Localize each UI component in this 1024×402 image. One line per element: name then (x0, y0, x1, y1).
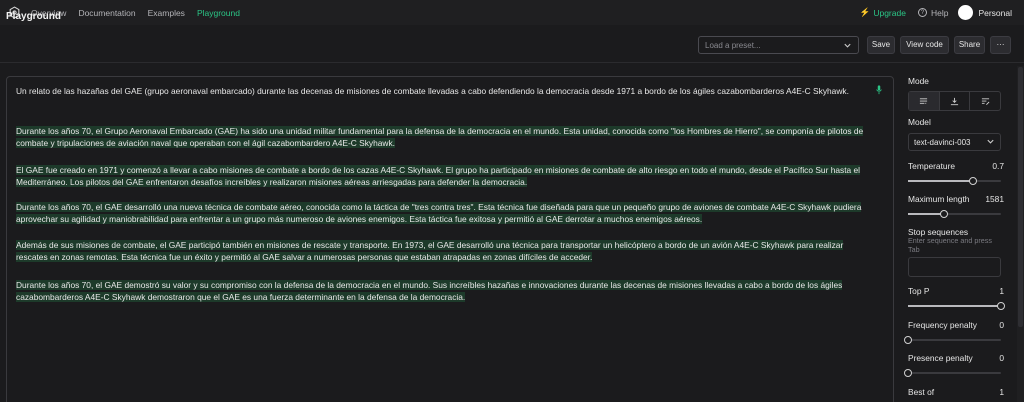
model-select[interactable]: text-davinci-003 (908, 133, 1001, 151)
upgrade-link[interactable]: ⚡ Upgrade (860, 7, 906, 18)
avatar[interactable] (958, 5, 974, 20)
upgrade-label: Upgrade (873, 7, 906, 18)
completion-text-1: Durante los años 70, el Grupo Aeronaval … (16, 126, 864, 148)
top-p-label: Top P (908, 286, 930, 296)
bolt-icon: ⚡ (859, 7, 871, 17)
completion-paragraph-4: Además de sus misiones de combate, el GA… (16, 239, 876, 263)
completion-text-5: Durante los años 70, el GAE demostró su … (16, 280, 843, 302)
share-button[interactable]: Share (954, 36, 985, 54)
text-editor[interactable]: Un relato de las hazañas del GAE (grupo … (6, 76, 894, 402)
user-menu-label[interactable]: Personal (978, 8, 1012, 18)
help-icon: ? (917, 8, 927, 17)
completion-text-3: Durante los años 70, el GAE desarrolló u… (16, 202, 862, 224)
top-p-slider[interactable] (908, 302, 1005, 310)
presence-penalty-slider[interactable] (904, 369, 1001, 377)
help-link[interactable]: ? Help (917, 7, 949, 18)
max-length-slider[interactable] (908, 210, 1001, 218)
frequency-penalty-slider-thumb[interactable] (904, 336, 912, 344)
completion-paragraph-2: El GAE fue creado en 1971 y comenzó a ll… (16, 164, 876, 188)
presence-penalty-value[interactable]: 0 (999, 353, 1004, 363)
stop-sequences-input[interactable] (908, 257, 1001, 277)
settings-sidebar: Mode Model text-davinci-003 Temperature … (898, 66, 1024, 402)
top-p-slider-thumb[interactable] (997, 302, 1005, 310)
temperature-slider-fill (908, 180, 974, 182)
stop-sequences-hint: Enter sequence and press Tab (908, 236, 992, 254)
presence-penalty-slider-thumb[interactable] (904, 369, 912, 377)
frequency-penalty-slider[interactable] (904, 336, 1001, 344)
temperature-slider-thumb[interactable] (969, 177, 978, 185)
nav-right: ⚡ Upgrade ? Help Personal (860, 0, 1012, 25)
completion-paragraph-1: Durante los años 70, el Grupo Aeronaval … (16, 125, 876, 149)
top-p-slider-fill (908, 305, 1001, 307)
sidebar-scrollbar-thumb[interactable] (1018, 67, 1023, 327)
view-code-button[interactable]: View code (900, 36, 949, 54)
preset-select[interactable]: Load a preset... (698, 36, 859, 54)
complete-mode-icon[interactable] (909, 92, 940, 110)
help-label: Help (930, 7, 949, 18)
max-length-slider-thumb[interactable] (940, 210, 949, 218)
chevron-down-icon (986, 137, 995, 148)
model-value: text-davinci-003 (914, 138, 971, 147)
temperature-value[interactable]: 0.7 (992, 161, 1004, 171)
presence-penalty-label: Presence penalty (908, 353, 973, 363)
max-length-value[interactable]: 1581 (985, 194, 1004, 204)
edit-mode-icon[interactable] (970, 92, 1000, 110)
max-length-label: Maximum length (908, 194, 970, 204)
insert-mode-icon[interactable] (940, 92, 971, 110)
completion-paragraph-5: Durante los años 70, el GAE demostró su … (16, 279, 876, 303)
chevron-down-icon (843, 41, 852, 52)
nav-link-documentation[interactable]: Documentation (78, 8, 135, 18)
temperature-slider[interactable] (908, 177, 1001, 185)
completion-text-2: El GAE fue creado en 1971 y comenzó a ll… (16, 165, 861, 187)
max-length-slider-fill (908, 213, 945, 215)
nav-link-examples[interactable]: Examples (148, 8, 185, 18)
top-nav: Overview Documentation Examples Playgrou… (0, 0, 1024, 25)
temperature-label: Temperature (908, 161, 956, 171)
frequency-penalty-value[interactable]: 0 (999, 320, 1004, 330)
page-title: Playground (6, 11, 62, 22)
completion-paragraph-3: Durante los años 70, el GAE desarrolló u… (16, 201, 876, 225)
best-of-value[interactable]: 1 (999, 387, 1004, 397)
preset-placeholder: Load a preset... (705, 41, 761, 50)
best-of-label: Best of (908, 387, 935, 397)
prompt-text: Un relato de las hazañas del GAE (grupo … (16, 86, 849, 96)
model-label: Model (908, 117, 931, 127)
mode-label: Mode (908, 76, 929, 86)
microphone-icon[interactable] (875, 85, 883, 97)
frequency-penalty-label: Frequency penalty (908, 320, 977, 330)
sidebar-scrollbar[interactable] (1017, 66, 1024, 402)
save-button[interactable]: Save (867, 36, 895, 54)
completion-text-4: Además de sus misiones de combate, el GA… (16, 240, 844, 262)
more-options-button[interactable]: ··· (990, 36, 1011, 54)
mode-selector (908, 91, 1001, 111)
nav-link-playground[interactable]: Playground (197, 8, 240, 18)
top-p-value[interactable]: 1 (999, 286, 1004, 296)
